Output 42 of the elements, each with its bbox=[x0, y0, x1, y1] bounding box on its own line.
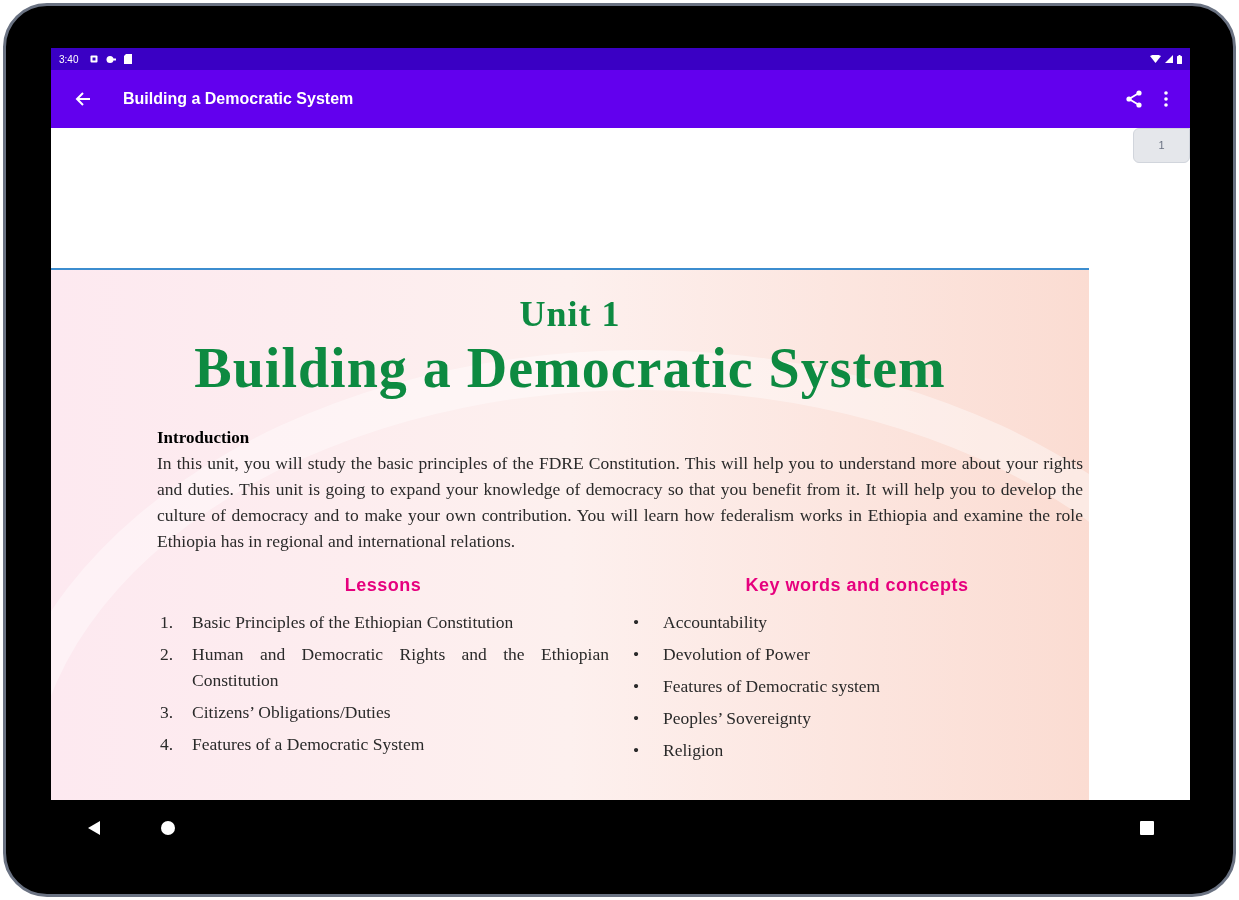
sd-card-icon bbox=[124, 54, 133, 64]
list-number: 1. bbox=[159, 611, 175, 634]
share-button[interactable] bbox=[1124, 89, 1144, 109]
lesson-title: Citizens’ Obligations/Duties bbox=[192, 701, 392, 724]
bullet: • bbox=[632, 739, 641, 762]
bullet: • bbox=[632, 643, 641, 666]
page-number-indicator: 1 bbox=[1133, 128, 1190, 163]
recents-nav-button[interactable] bbox=[1140, 820, 1154, 835]
key-word: Devolution of Power bbox=[663, 643, 811, 666]
section-heading: Introduction bbox=[157, 427, 251, 449]
key-word: Features of Democratic system bbox=[663, 675, 882, 698]
key-word: Peoples’ Sovereignty bbox=[663, 707, 812, 730]
clock: 3:40 bbox=[59, 52, 79, 67]
back-arrow-icon bbox=[75, 91, 91, 107]
notification-icon bbox=[90, 55, 99, 63]
lesson-title: Features of a Democratic System bbox=[192, 733, 426, 756]
list-number: 3. bbox=[159, 701, 175, 724]
list-number: 4. bbox=[159, 733, 175, 756]
wifi-icon bbox=[1150, 55, 1161, 63]
lessons-heading: Lessons bbox=[344, 574, 422, 597]
share-icon bbox=[1125, 90, 1143, 108]
app-bar-title: Building a Democratic System bbox=[123, 89, 354, 109]
battery-icon bbox=[1177, 54, 1182, 64]
key-word: Religion bbox=[663, 739, 725, 762]
chapter-title: Building a Democratic System bbox=[194, 336, 946, 400]
unit-label: Unit 1 bbox=[519, 293, 621, 336]
more-options-icon bbox=[1164, 91, 1168, 107]
home-circle-icon bbox=[161, 820, 175, 835]
lesson-title: Basic Principles of the Ethiopian Constitution bbox=[192, 611, 515, 634]
lesson-title: Human and Democratic Rights and the Ethiopian Constitution bbox=[192, 643, 609, 692]
key-words-heading: Key words and concepts bbox=[745, 574, 969, 597]
signal-icon bbox=[1165, 55, 1173, 63]
list-number: 2. bbox=[159, 643, 175, 666]
introduction-paragraph: In this unit, you will study the basic principles of the FDRE Constitution. This will help you to understand more about your rights and duties. This unit is going to expand your knowledge of democracy so that you benefit from it. It will help you to develop the culture of democracy and to make your own contribution. You will learn how federalism works in Ethiopia and examine the role Ethiopia has in regional and international relations. bbox=[157, 452, 1083, 553]
recents-square-icon bbox=[1140, 820, 1154, 835]
back-nav-button[interactable] bbox=[87, 820, 101, 835]
bullet: • bbox=[632, 707, 641, 730]
key-word: Accountability bbox=[663, 611, 768, 634]
back-triangle-icon bbox=[88, 820, 100, 835]
bullet: • bbox=[632, 611, 641, 634]
home-nav-button[interactable] bbox=[161, 820, 175, 835]
bullet: • bbox=[632, 675, 641, 698]
